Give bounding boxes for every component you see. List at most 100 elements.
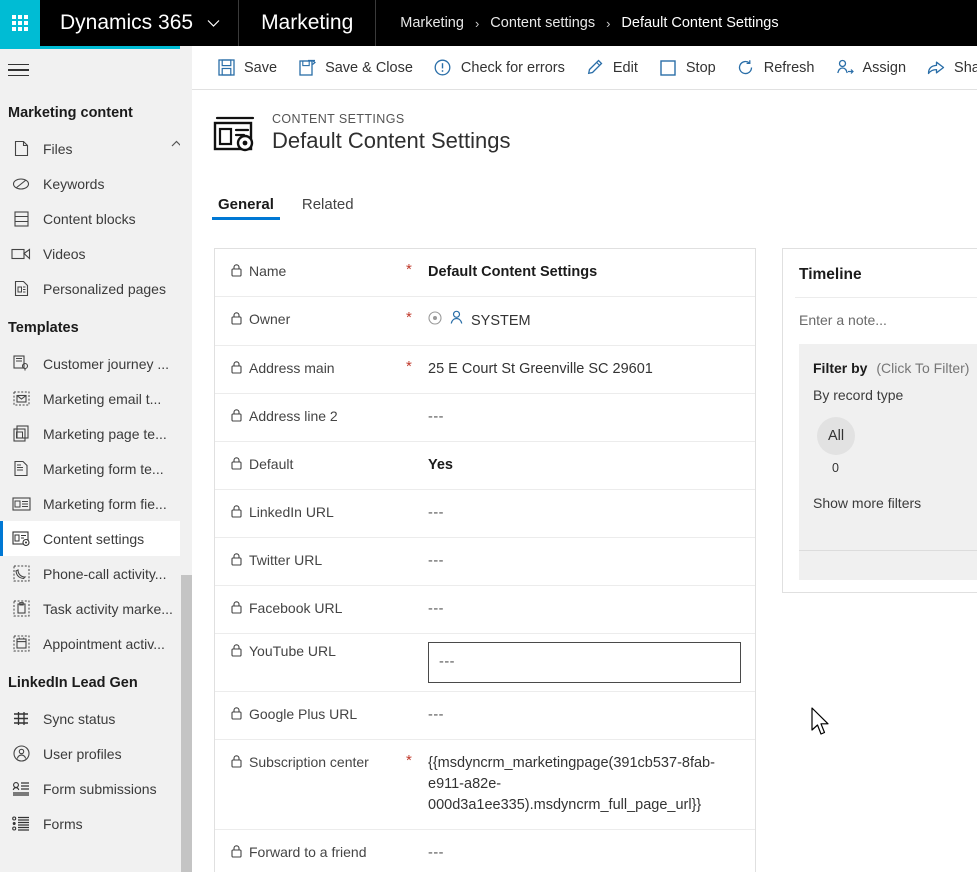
left-sidebar-navigation: Marketing content Files Keywords Content…	[0, 46, 192, 872]
sidebar-item-label: Content blocks	[43, 210, 136, 227]
refresh-circle-icon	[736, 59, 756, 77]
timeline-filter-panel: Filter by (Click To Filter) By record ty…	[799, 344, 977, 580]
page-title: Default Content Settings	[272, 128, 511, 153]
top-navigation-bar: Dynamics 365 Marketing Marketing › Conte…	[0, 0, 977, 46]
share-button[interactable]: Share	[916, 51, 977, 85]
app-name-marketing[interactable]: Marketing	[239, 0, 377, 46]
breadcrumb-item-content-settings[interactable]: Content settings	[490, 15, 595, 31]
form-submissions-icon	[10, 779, 32, 799]
breadcrumb-item-default-content-settings[interactable]: Default Content Settings	[621, 15, 778, 31]
sidebar-item-appointment-activity[interactable]: Appointment activ...	[0, 626, 192, 661]
sidebar-item-forms[interactable]: Forms	[0, 806, 192, 841]
sidebar-item-phone-call-activity[interactable]: Phone-call activity...	[0, 556, 192, 591]
filter-by-label: Filter by	[813, 360, 868, 376]
refresh-button[interactable]: Refresh	[726, 51, 825, 85]
lock-icon	[231, 504, 242, 521]
app-launcher-waffle-button[interactable]	[0, 0, 40, 46]
field-label-text: LinkedIn URL	[249, 504, 334, 521]
field-label-text: YouTube URL	[249, 643, 336, 660]
field-value-facebook-url: ---	[428, 601, 444, 618]
stop-button[interactable]: Stop	[648, 51, 726, 85]
personalized-page-icon	[10, 279, 32, 299]
command-label: Refresh	[763, 59, 815, 76]
marketing-email-template-icon	[10, 389, 32, 409]
field-label-address-line-2: Address line 2	[231, 407, 406, 425]
youtube-url-input[interactable]: ---	[428, 642, 741, 684]
sidebar-item-marketing-form-field[interactable]: Marketing form fie...	[0, 486, 192, 521]
timeline-note-input[interactable]: Enter a note...	[783, 298, 977, 344]
brand-dynamics-365-button[interactable]: Dynamics 365	[40, 0, 240, 46]
sidebar-item-files[interactable]: Files	[0, 131, 192, 166]
sidebar-item-label: Marketing email t...	[43, 390, 162, 407]
field-row-linkedin-url[interactable]: LinkedIn URL ---	[215, 490, 755, 539]
tab-general[interactable]: General	[212, 196, 280, 220]
sidebar-item-form-submissions[interactable]: Form submissions	[0, 771, 192, 806]
field-row-subscription-center[interactable]: Subscription center * {{msdyncrm_marketi…	[215, 740, 755, 831]
tab-bar: General Related	[192, 188, 977, 220]
filter-all-bubble[interactable]: All	[817, 417, 855, 455]
tab-related[interactable]: Related	[296, 196, 360, 220]
field-row-google-plus-url[interactable]: Google Plus URL ---	[215, 692, 755, 741]
sidebar-item-personalized-pages[interactable]: Personalized pages	[0, 271, 192, 306]
save-button[interactable]: Save	[206, 51, 287, 85]
breadcrumb-separator-icon: ›	[474, 15, 480, 31]
waffle-grid-icon	[12, 15, 28, 31]
save-and-close-button[interactable]: Save & Close	[287, 51, 423, 85]
field-label-owner: Owner	[231, 310, 406, 328]
content-settings-record-icon	[212, 112, 258, 156]
sidebar-item-marketing-form-template[interactable]: Marketing form te...	[0, 451, 192, 486]
owner-name-link[interactable]: SYSTEM	[471, 311, 531, 332]
sidebar-item-content-settings[interactable]: Content settings	[0, 521, 192, 556]
sidebar-item-sync-status[interactable]: Sync status	[0, 701, 192, 736]
lock-icon	[231, 706, 242, 723]
field-label-facebook-url: Facebook URL	[231, 599, 406, 617]
edit-button[interactable]: Edit	[575, 51, 648, 85]
video-camera-icon	[10, 244, 32, 264]
field-row-address-line-2[interactable]: Address line 2 ---	[215, 394, 755, 443]
sidebar-item-label: Phone-call activity...	[43, 565, 167, 582]
content-block-icon	[10, 209, 32, 229]
stop-square-icon	[658, 59, 678, 77]
lock-icon	[231, 754, 242, 771]
assign-button[interactable]: Assign	[825, 51, 917, 85]
filter-by-record-type-label: By record type	[813, 387, 904, 403]
filter-all-count: 0	[832, 461, 839, 475]
field-label-google-plus-url: Google Plus URL	[231, 705, 406, 723]
field-row-owner[interactable]: Owner * SYSTEM	[215, 297, 755, 347]
breadcrumb-item-marketing[interactable]: Marketing	[400, 15, 464, 31]
sidebar-item-keywords[interactable]: Keywords	[0, 166, 192, 201]
show-more-filters-link[interactable]: Show more filters	[813, 495, 977, 511]
share-arrow-icon	[926, 59, 946, 77]
sidebar-item-user-profiles[interactable]: User profiles	[0, 736, 192, 771]
field-row-youtube-url[interactable]: YouTube URL ---	[215, 634, 755, 693]
field-row-name[interactable]: Name * Default Content Settings	[215, 249, 755, 298]
main-content-area: CONTENT SETTINGS Default Content Setting…	[192, 90, 977, 872]
sidebar-item-marketing-email-template[interactable]: Marketing email t...	[0, 381, 192, 416]
breadcrumb: Marketing › Content settings › Default C…	[376, 0, 778, 46]
sidebar-item-customer-journey-template[interactable]: Customer journey ...	[0, 346, 192, 381]
save-icon	[216, 59, 236, 77]
field-row-default[interactable]: Default Yes	[215, 442, 755, 491]
field-row-forward-to-a-friend[interactable]: Forward to a friend ---	[215, 830, 755, 872]
sidebar-item-videos[interactable]: Videos	[0, 236, 192, 271]
field-row-address-main[interactable]: Address main * 25 E Court St Greenville …	[215, 346, 755, 395]
sidebar-item-content-blocks[interactable]: Content blocks	[0, 201, 192, 236]
field-row-twitter-url[interactable]: Twitter URL ---	[215, 538, 755, 587]
sidebar-item-task-activity-marketing[interactable]: Task activity marke...	[0, 591, 192, 626]
file-icon	[10, 139, 32, 159]
field-label-text: Name	[249, 263, 287, 279]
sidebar-item-label: Marketing page te...	[43, 425, 167, 442]
command-label: Stop	[685, 59, 716, 76]
field-value-linkedin-url: ---	[428, 505, 444, 522]
marketing-page-template-icon	[10, 424, 32, 444]
field-row-facebook-url[interactable]: Facebook URL ---	[215, 586, 755, 635]
filter-divider	[799, 550, 977, 551]
required-indicator: *	[406, 261, 412, 278]
sidebar-item-marketing-page-template[interactable]: Marketing page te...	[0, 416, 192, 451]
field-label-text: Default	[249, 456, 294, 473]
filter-by-row[interactable]: Filter by (Click To Filter)	[813, 360, 977, 376]
sidebar-scrollbar-thumb[interactable]	[181, 575, 192, 872]
check-for-errors-button[interactable]: Check for errors	[423, 51, 575, 85]
hamburger-menu-button[interactable]	[0, 49, 192, 91]
command-label: Save	[244, 59, 278, 76]
